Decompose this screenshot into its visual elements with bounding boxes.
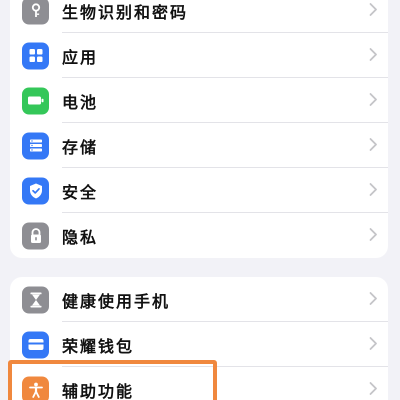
privacy-lock-icon <box>22 222 49 249</box>
chevron-right-icon <box>369 1 378 20</box>
settings-item-digital-wellbeing[interactable]: 健康使用手机 <box>10 277 388 322</box>
hourglass-icon <box>22 286 49 313</box>
settings-item-label: 隐私 <box>62 227 99 247</box>
chevron-right-icon <box>369 335 378 354</box>
key-icon <box>22 0 49 24</box>
settings-item-storage[interactable]: 存储 <box>10 123 388 168</box>
wallet-card-icon <box>22 331 49 358</box>
chevron-right-icon <box>369 181 378 200</box>
settings-item-label: 安全 <box>62 182 99 202</box>
chevron-right-icon <box>369 136 378 155</box>
settings-item-biometrics-password[interactable]: 生物识别和密码 <box>10 0 388 33</box>
settings-page: 生物识别和密码 应用 电池 存储 安全 隐私 健康使用手机 荣耀钱包 辅助功能 <box>0 0 400 400</box>
battery-icon <box>22 87 49 114</box>
chevron-right-icon <box>369 290 378 309</box>
storage-list-icon <box>22 132 49 159</box>
settings-group-1: 生物识别和密码 应用 电池 存储 安全 隐私 <box>10 0 388 258</box>
chevron-right-icon <box>369 46 378 65</box>
settings-item-label: 健康使用手机 <box>62 291 171 311</box>
settings-item-label: 荣耀钱包 <box>62 336 135 356</box>
settings-item-label: 存储 <box>62 137 99 157</box>
settings-item-label: 生物识别和密码 <box>62 2 189 22</box>
chevron-right-icon <box>369 226 378 245</box>
highlight-box <box>8 360 217 400</box>
settings-item-label: 应用 <box>62 47 99 67</box>
chevron-right-icon <box>369 380 378 399</box>
apps-grid-icon <box>22 42 49 69</box>
shield-check-icon <box>22 177 49 204</box>
chevron-right-icon <box>369 91 378 110</box>
settings-item-privacy[interactable]: 隐私 <box>10 213 388 258</box>
settings-item-battery[interactable]: 电池 <box>10 78 388 123</box>
settings-item-label: 电池 <box>62 92 99 112</box>
settings-item-security[interactable]: 安全 <box>10 168 388 213</box>
settings-item-apps[interactable]: 应用 <box>10 33 388 78</box>
